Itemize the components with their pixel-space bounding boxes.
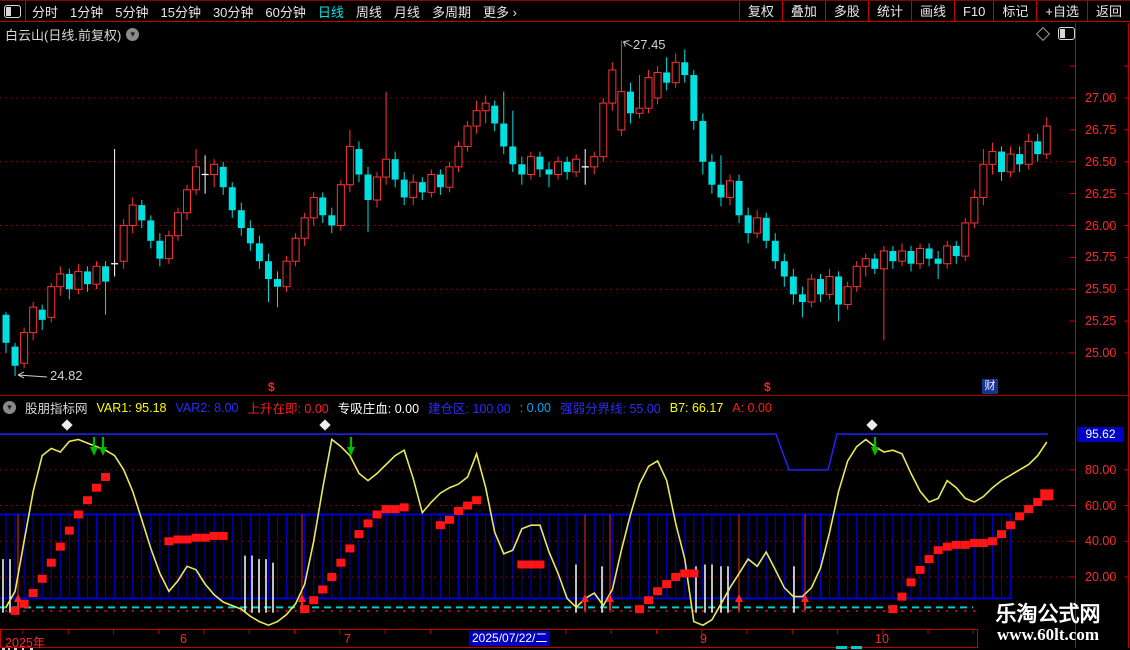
panel-layout-icon — [4, 4, 21, 18]
indicator-header: ▾ 股朋指标网 VAR1: 95.18 VAR2: 8.00 上升在即: 0.00 专… — [3, 398, 772, 417]
date-axis-label: 6 — [180, 632, 187, 646]
indicator-field-1: VAR2: 8.00 — [175, 400, 239, 415]
toolbar-button-2[interactable]: 多股 — [824, 0, 868, 22]
red-step-line — [10, 472, 1054, 615]
candlestick-layer — [2, 40, 1051, 376]
toolbar-button-0[interactable]: 复权 — [738, 0, 782, 22]
toolbar-button-1[interactable]: 叠加 — [781, 0, 825, 22]
cai-news-marker[interactable]: 财 — [982, 379, 998, 394]
indicator-current-value-badge: 95.62 — [1077, 427, 1124, 442]
chevron-down-icon[interactable]: ▾ — [3, 401, 16, 414]
period-tab-3[interactable]: 15分钟 — [160, 2, 200, 21]
price-gridlines — [0, 65, 1129, 354]
period-tab-5[interactable]: 60分钟 — [265, 2, 305, 21]
panel-toggle-button[interactable] — [0, 0, 26, 22]
toolbar-button-4[interactable]: 画线 — [910, 0, 954, 22]
chevron-down-icon[interactable]: ▾ — [126, 28, 140, 41]
price-axis-label: 26.50 — [1085, 154, 1117, 169]
watermark-url: www.60lt.com — [997, 625, 1099, 644]
toolbar-button-3[interactable]: 统计 — [867, 0, 911, 22]
price-axis-label: 27.00 — [1085, 91, 1117, 105]
var1-yellow-line — [5, 438, 1048, 627]
indicator-field-8: A: 0.00 — [732, 400, 772, 415]
period-tab-8[interactable]: 月线 — [394, 2, 420, 21]
window-controls — [1035, 26, 1075, 41]
period-tab-4[interactable]: 30分钟 — [213, 2, 253, 21]
indicator-name: 股朋指标网 — [25, 402, 88, 416]
period-tab-9[interactable]: 多周期 — [432, 2, 471, 21]
split-window-icon[interactable] — [1058, 27, 1075, 40]
baseline-cyan-dashed — [0, 606, 976, 612]
toolbar-button-7[interactable]: +自选 — [1036, 0, 1087, 22]
top-toolbar: 分时 1分钟 5分钟 15分钟 30分钟 60分钟 日线 周线 月线 多周期 更多 › 复权 叠加 多股… — [0, 0, 1130, 22]
chart-titlebar: 白云山(日线.前复权) ▾ — [5, 25, 140, 44]
indicator-fence — [0, 513, 1012, 600]
toolbar-buttons: 复权 叠加 多股 统计 画线 F10 标记 +自选 返回 — [738, 0, 1130, 22]
price-axis-label: 26.75 — [1085, 122, 1117, 137]
price-axis-label: 25.50 — [1085, 282, 1117, 297]
indicator-axis-label: 80.00 — [1085, 462, 1117, 477]
period-tab-1[interactable]: 1分钟 — [70, 2, 103, 21]
toolbar-button-6[interactable]: 标记 — [993, 0, 1036, 22]
indicator-field-6: 强弱分界线: 55.00 — [560, 402, 661, 416]
period-tab-7[interactable]: 周线 — [356, 2, 382, 21]
indicator-field-7: B7: 66.17 — [669, 400, 724, 415]
period-tab-6[interactable]: 日线 — [318, 2, 344, 21]
period-tab-10[interactable]: 更多 › — [483, 2, 517, 21]
dollar-marker: $ — [764, 380, 771, 394]
symbol-title: 白云山(日线.前复权) — [5, 28, 122, 43]
indicator-field-2: 上升在即: 0.00 — [247, 402, 329, 416]
trading-app-window: 分时 1分钟 5分钟 15分钟 30分钟 60分钟 日线 周线 月线 多周期 更多 › 复权 叠加 多股… — [0, 0, 1130, 650]
chart-borders — [0, 23, 1130, 648]
toolbar-button-8[interactable]: 返回 — [1086, 0, 1130, 22]
indicator-axis-label: 20.00 — [1085, 569, 1117, 584]
price-axis-label: 25.25 — [1085, 314, 1117, 329]
period-tab-2[interactable]: 5分钟 — [115, 2, 148, 21]
chart-graphics-canvas[interactable] — [0, 0, 1130, 650]
period-tab-0[interactable]: 分时 — [32, 2, 58, 21]
dollar-marker: $ — [268, 380, 275, 394]
indicator-field-4: 建仓区: 100.00 — [428, 402, 511, 416]
watermark-site-name: 乐淘公式网 — [995, 602, 1101, 626]
low-price-annotation: 24.82 — [50, 368, 83, 383]
price-axis-label: 26.00 — [1085, 218, 1117, 233]
date-axis-label: 2025年 — [5, 636, 46, 650]
period-tabs: 分时 1分钟 5分钟 15分钟 30分钟 60分钟 日线 周线 月线 多周期 更多 › — [32, 2, 517, 21]
price-axis-label: 25.00 — [1085, 346, 1117, 360]
indicator-field-3: 专吸庄血: 0.00 — [337, 402, 420, 416]
level-100-line — [0, 433, 1048, 471]
price-axis-label: 26.25 — [1085, 186, 1117, 201]
date-axis-label: 9 — [700, 632, 707, 646]
indicator-field-0: VAR1: 95.18 — [96, 400, 167, 415]
indicator-axis-label: 60.00 — [1085, 498, 1117, 513]
date-axis-label: 7 — [344, 632, 351, 646]
price-axis-label: 25.75 — [1085, 250, 1117, 265]
diamond-icon[interactable] — [1035, 26, 1051, 41]
indicator-field-5: : 0.00 — [519, 400, 552, 415]
toolbar-button-5[interactable]: F10 — [953, 0, 993, 22]
high-price-annotation: 27.45 — [633, 37, 666, 52]
indicator-axis-label: 40.00 — [1085, 534, 1117, 549]
crosshair-date-badge: 2025/07/22/二 — [469, 631, 551, 646]
date-axis-label: 10 — [875, 632, 889, 646]
watermark: 乐淘公式网 www.60lt.com — [978, 602, 1118, 644]
